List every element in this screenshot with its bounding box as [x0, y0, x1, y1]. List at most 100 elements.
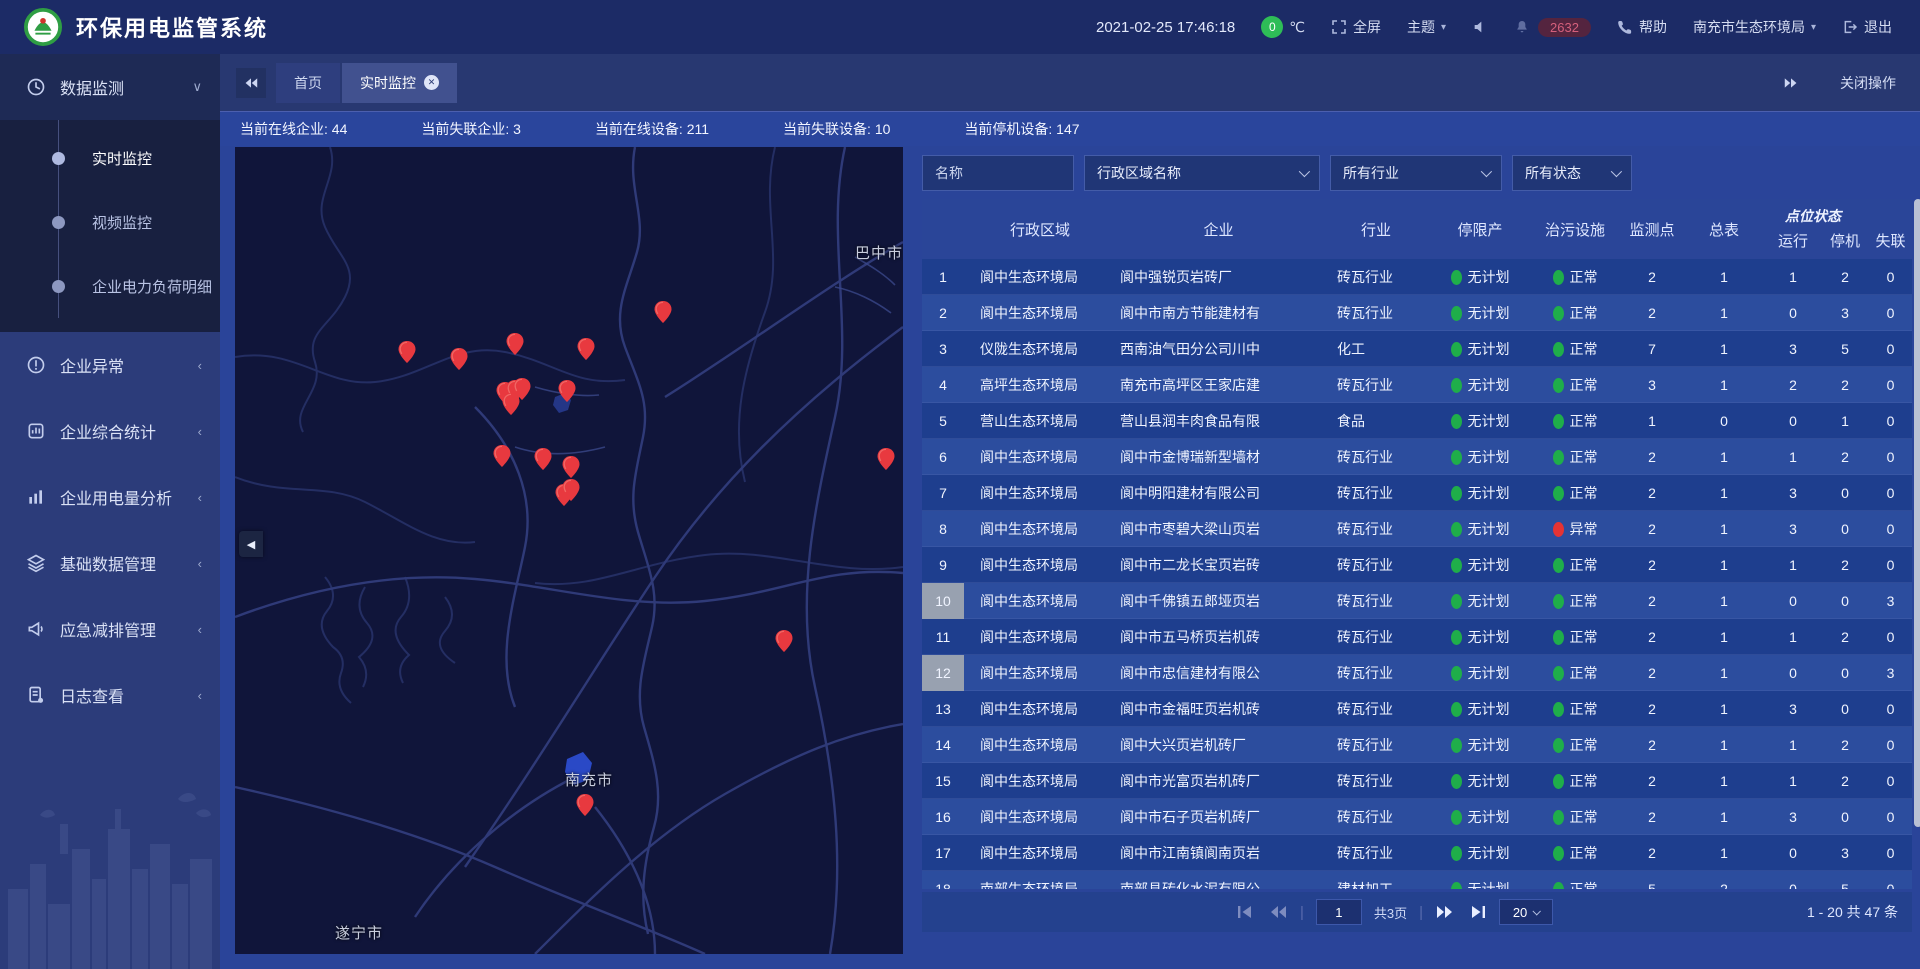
row-enterprise: 南充市高坪区王家店建	[1116, 375, 1321, 395]
row-industry: 砖瓦行业	[1321, 807, 1431, 827]
industry-filter-select[interactable]: 所有行业	[1330, 155, 1502, 191]
table-row[interactable]: 7阆中生态环境局阆中明阳建材有限公司砖瓦行业无计划正常21300	[922, 475, 1912, 511]
map-pin-icon[interactable]	[775, 630, 793, 652]
row-run: 0	[1765, 665, 1821, 681]
status-dot-icon	[1553, 522, 1564, 537]
sidebar-item-label: 日志查看	[60, 683, 124, 707]
close-icon[interactable]: ✕	[424, 75, 439, 90]
table-row[interactable]: 12阆中生态环境局阆中市忠信建材有限公砖瓦行业无计划正常21003	[922, 655, 1912, 691]
table-row[interactable]: 18南部生态环境局南部县砖化水泥有限公建材加工无计划正常52050	[922, 871, 1912, 889]
page-number-input[interactable]	[1316, 899, 1362, 925]
layers-icon	[26, 553, 46, 573]
tab-realtime[interactable]: 实时监控✕	[342, 63, 457, 103]
table-row[interactable]: 3仪陇生态环境局西南油气田分公司川中化工无计划正常71350	[922, 331, 1912, 367]
row-index: 14	[922, 727, 964, 763]
row-halt: 0	[1821, 809, 1869, 825]
sidebar-item-power-load-detail[interactable]: 企业电力负荷明细	[0, 254, 220, 318]
region-filter-select[interactable]: 行政区域名称	[1084, 155, 1320, 191]
map-pin-icon[interactable]	[654, 301, 672, 323]
table-scrollbar-thumb[interactable]	[1914, 199, 1920, 827]
alert-icon	[26, 355, 46, 375]
first-page-button[interactable]	[1236, 904, 1256, 920]
city-label: 南充市	[565, 769, 613, 790]
table-row[interactable]: 11阆中生态环境局阆中市五马桥页岩机砖砖瓦行业无计划正常21120	[922, 619, 1912, 655]
table-row[interactable]: 10阆中生态环境局阆中千佛镇五郎垭页岩砖瓦行业无计划正常21003	[922, 583, 1912, 619]
status-dot-icon	[1553, 342, 1564, 357]
table-row[interactable]: 6阆中生态环境局阆中市金博瑞新型墙材砖瓦行业无计划正常21120	[922, 439, 1912, 475]
sidebar-item-enterprise-abnormal[interactable]: 企业异常‹	[0, 332, 220, 398]
table-row[interactable]: 8阆中生态环境局阆中市枣碧大梁山页岩砖瓦行业无计划异常21300	[922, 511, 1912, 547]
table-row[interactable]: 2阆中生态环境局阆中市南方节能建材有砖瓦行业无计划正常21030	[922, 295, 1912, 331]
map-pin-icon[interactable]	[450, 348, 468, 370]
map-pin-icon[interactable]	[493, 445, 511, 467]
sidebar-item-realtime-monitor[interactable]: 实时监控	[0, 126, 220, 190]
row-facility-label: 正常	[1570, 449, 1598, 465]
row-stop-plan: 无计划	[1431, 303, 1529, 323]
help-button[interactable]: 帮助	[1617, 17, 1667, 37]
map-pin-icon[interactable]	[534, 448, 552, 470]
theme-button[interactable]: 主题 ▾	[1407, 17, 1446, 37]
row-stop-plan-label: 无计划	[1468, 701, 1510, 717]
sidebar-item-label: 企业异常	[60, 353, 124, 377]
name-filter-input[interactable]	[922, 155, 1074, 191]
table-row[interactable]: 16阆中生态环境局阆中市石子页岩机砖厂砖瓦行业无计划正常21300	[922, 799, 1912, 835]
close-operations-button[interactable]: 关闭操作	[1840, 73, 1896, 93]
table-row[interactable]: 13阆中生态环境局阆中市金福旺页岩机砖砖瓦行业无计划正常21300	[922, 691, 1912, 727]
table-row[interactable]: 9阆中生态环境局阆中市二龙长宝页岩砖砖瓦行业无计划正常21120	[922, 547, 1912, 583]
map-pin-icon[interactable]	[576, 794, 594, 816]
tabs-scroll-right-button[interactable]	[1776, 68, 1806, 98]
row-index: 16	[922, 799, 964, 835]
status-dot-icon	[1451, 558, 1462, 573]
map-pin-icon[interactable]	[558, 380, 576, 402]
logout-button[interactable]: 退出	[1842, 17, 1892, 37]
status-dot-icon	[1553, 450, 1564, 465]
fullscreen-button[interactable]: 全屏	[1331, 17, 1381, 37]
notifications[interactable]: 2632	[1514, 18, 1591, 37]
sidebar-item-video-monitor[interactable]: 视频监控	[0, 190, 220, 254]
col-enterprise: 企业	[1116, 219, 1321, 240]
row-facility-label: 正常	[1570, 881, 1598, 889]
row-monitor: 2	[1621, 737, 1683, 753]
table-row[interactable]: 4高坪生态环境局南充市高坪区王家店建砖瓦行业无计划正常31220	[922, 367, 1912, 403]
row-enterprise: 阆中大兴页岩机砖厂	[1116, 735, 1321, 755]
table-row[interactable]: 17阆中生态环境局阆中市江南镇阆南页岩砖瓦行业无计划正常21030	[922, 835, 1912, 871]
map-canvas[interactable]: 巴中市南充市遂宁市 ◀	[235, 147, 903, 954]
map-pin-icon[interactable]	[506, 333, 524, 355]
row-enterprise: 阆中市江南镇阆南页岩	[1116, 843, 1321, 863]
row-industry: 砖瓦行业	[1321, 447, 1431, 467]
status-dot-icon	[1451, 522, 1462, 537]
last-page-button[interactable]	[1467, 904, 1487, 920]
map-pin-icon[interactable]	[502, 393, 520, 415]
row-monitor: 7	[1621, 341, 1683, 357]
row-facility-label: 正常	[1570, 341, 1598, 357]
sidebar-item-enterprise-stats[interactable]: 企业综合统计‹	[0, 398, 220, 464]
table-row[interactable]: 1阆中生态环境局阆中强锐页岩砖厂砖瓦行业无计划正常21120	[922, 259, 1912, 295]
sidebar-item-logs[interactable]: 日志查看‹	[0, 662, 220, 728]
tab-home[interactable]: 首页	[276, 63, 340, 103]
tabs-scroll-left-button[interactable]	[236, 68, 266, 98]
row-stop-plan: 无计划	[1431, 699, 1529, 719]
map-pin-icon[interactable]	[562, 479, 580, 501]
sidebar-item-data-monitoring[interactable]: 数据监测∨	[0, 54, 220, 120]
page-size-select[interactable]: 20	[1499, 899, 1553, 925]
sidebar-item-power-analysis[interactable]: 企业用电量分析‹	[0, 464, 220, 530]
map-pin-icon[interactable]	[398, 341, 416, 363]
org-menu[interactable]: 南充市生态环境局 ▾	[1693, 17, 1816, 37]
map-pin-icon[interactable]	[562, 456, 580, 478]
map-pin-icon[interactable]	[877, 448, 895, 470]
status-filter-select[interactable]: 所有状态	[1512, 155, 1632, 191]
table-row[interactable]: 5营山生态环境局营山县润丰肉食品有限食品无计划正常10010	[922, 403, 1912, 439]
chevron-left-icon: ‹	[198, 490, 202, 505]
sidebar-item-emergency[interactable]: 应急减排管理‹	[0, 596, 220, 662]
table-row[interactable]: 15阆中生态环境局阆中市光富页岩机砖厂砖瓦行业无计划正常21120	[922, 763, 1912, 799]
prev-page-button[interactable]	[1268, 904, 1288, 920]
fullscreen-icon	[1331, 19, 1347, 35]
sidebar-item-base-data[interactable]: 基础数据管理‹	[0, 530, 220, 596]
sound-button[interactable]	[1472, 19, 1488, 35]
table-row[interactable]: 14阆中生态环境局阆中大兴页岩机砖厂砖瓦行业无计划正常21120	[922, 727, 1912, 763]
row-stop-plan-label: 无计划	[1468, 665, 1510, 681]
row-enterprise: 阆中市二龙长宝页岩砖	[1116, 555, 1321, 575]
map-collapse-button[interactable]: ◀	[239, 531, 263, 557]
next-page-button[interactable]	[1435, 904, 1455, 920]
map-pin-icon[interactable]	[577, 338, 595, 360]
